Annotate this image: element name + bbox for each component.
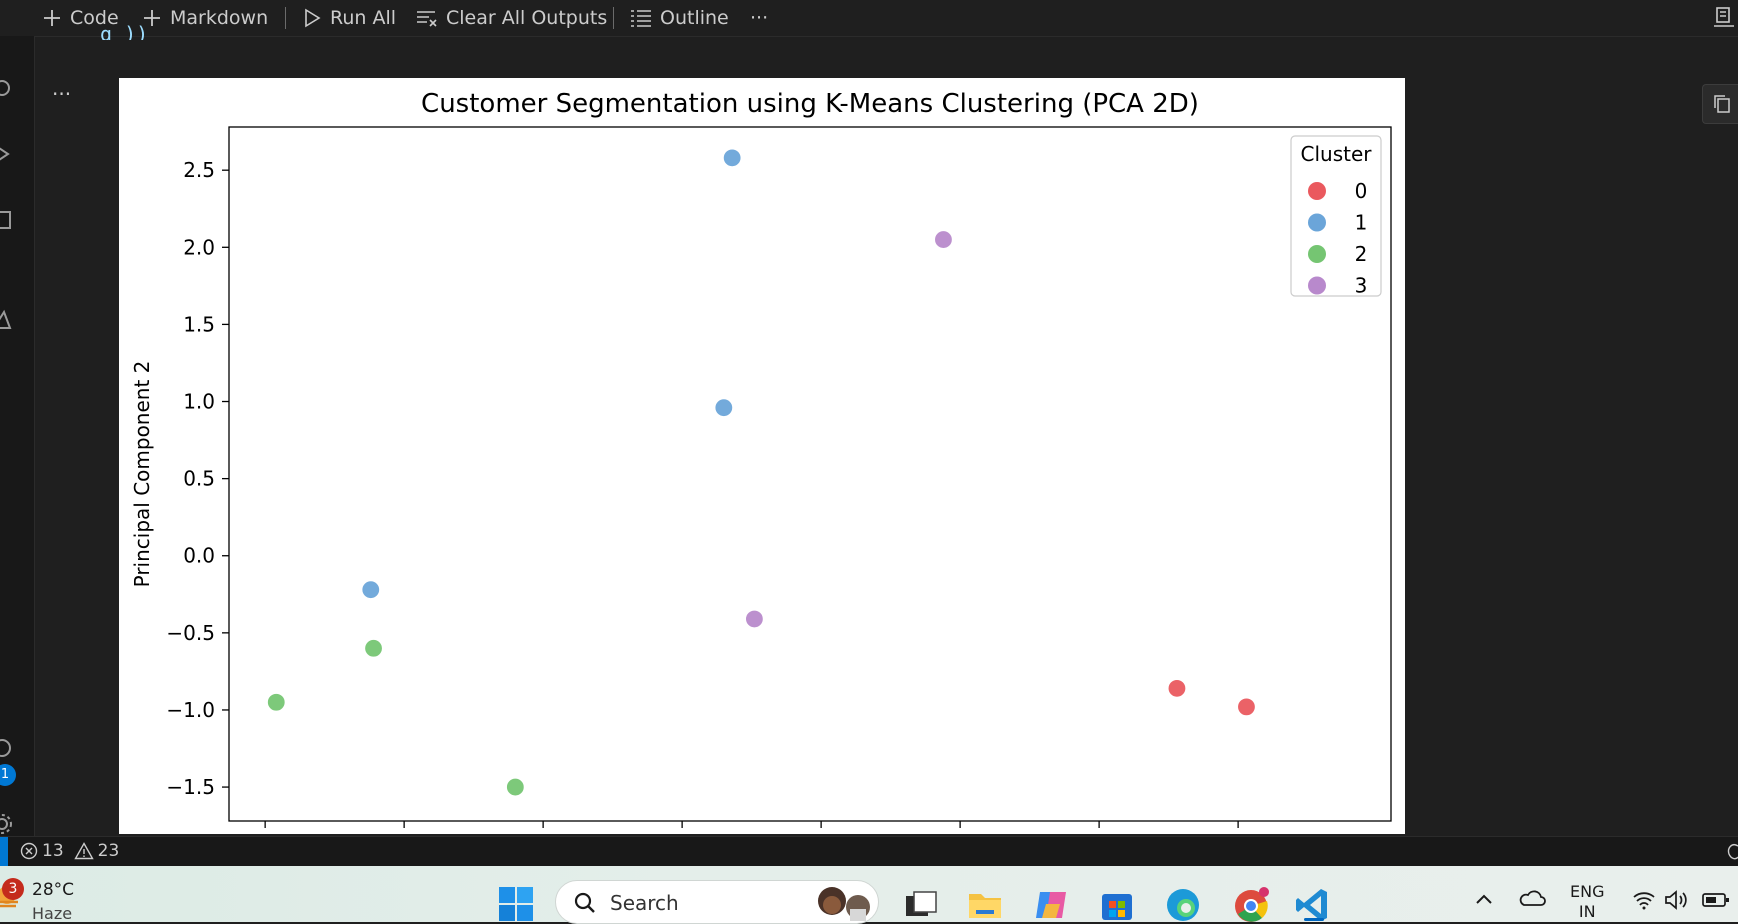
- scatter-chart: Customer Segmentation using K-Means Clus…: [130, 89, 1392, 828]
- copy-icon: [1714, 95, 1730, 113]
- clear-all-outputs-label: Clear All Outputs: [446, 7, 608, 29]
- account-badge: 1: [0, 764, 16, 786]
- search-label: Search: [610, 891, 679, 915]
- run-all-button[interactable]: Run All: [302, 4, 396, 32]
- data-point-cluster-3: [933, 229, 954, 250]
- plot-area: [228, 126, 1392, 822]
- warning-icon: [73, 842, 94, 860]
- legend-label: 3: [1355, 274, 1368, 298]
- data-point-cluster-3: [744, 609, 765, 629]
- legend-marker: [1308, 276, 1326, 295]
- wifi-icon[interactable]: [1632, 890, 1656, 910]
- data-point-cluster-2: [266, 692, 286, 712]
- y-tick-label: 0.0: [183, 544, 215, 568]
- error-icon: [20, 842, 38, 860]
- active-app-indicator: [1304, 918, 1324, 921]
- y-tick-label: −0.5: [166, 621, 215, 645]
- chrome-browser-icon[interactable]: [1232, 886, 1270, 924]
- kernel-icon[interactable]: [1712, 6, 1736, 30]
- microsoft-store-icon[interactable]: [1098, 886, 1136, 924]
- run-all-label: Run All: [330, 7, 397, 29]
- run-debug-icon[interactable]: [0, 142, 14, 166]
- chart-figure: Customer Segmentation using K-Means Clus…: [119, 78, 1405, 834]
- chart-title: Customer Segmentation using K-Means Clus…: [421, 89, 1199, 119]
- volume-icon[interactable]: [1664, 890, 1690, 910]
- warning-count: 23: [97, 841, 120, 861]
- y-tick-label: 2.0: [183, 235, 215, 259]
- legend-marker: [1308, 182, 1326, 200]
- cell-code-fragment: g )): [100, 22, 149, 40]
- extensions-icon[interactable]: [0, 208, 14, 232]
- legend-title: Cluster: [1301, 142, 1373, 166]
- y-tick-label: 1.5: [183, 312, 215, 336]
- data-point-cluster-1: [722, 148, 742, 168]
- gear-icon[interactable]: [0, 812, 14, 836]
- outline-button[interactable]: Outline: [630, 4, 729, 32]
- clear-outputs-icon: [417, 11, 437, 27]
- onedrive-cloud-icon[interactable]: [1518, 888, 1546, 908]
- windows-taskbar: 3 28°C Haze Search ENG IN: [0, 866, 1738, 924]
- more-actions-label: ···: [750, 7, 769, 29]
- y-tick-label: −1.5: [166, 775, 215, 799]
- list-icon: [631, 10, 651, 27]
- account-icon[interactable]: [0, 736, 14, 760]
- data-point-cluster-0: [1236, 697, 1257, 717]
- y-tick-label: 1.0: [183, 390, 215, 414]
- legend-marker: [1308, 245, 1326, 263]
- chevron-up-icon[interactable]: [1474, 892, 1494, 906]
- notifications-icon[interactable]: [1726, 843, 1738, 861]
- data-point-cluster-1: [361, 580, 381, 600]
- legend-label: 0: [1355, 179, 1368, 203]
- task-view-icon[interactable]: [902, 886, 940, 924]
- data-point-cluster-0: [1167, 678, 1187, 698]
- x-axis-ticks: [264, 821, 1239, 828]
- edge-browser-icon[interactable]: [1164, 886, 1202, 924]
- error-count: 13: [42, 841, 64, 861]
- clear-all-outputs-button[interactable]: Clear All Outputs: [416, 4, 607, 32]
- data-point-cluster-1: [714, 398, 734, 418]
- search-highlight-icon: [818, 887, 870, 921]
- weather-condition: Haze: [32, 904, 73, 923]
- copilot-icon[interactable]: [1032, 886, 1070, 924]
- problems-status[interactable]: 13 23: [20, 841, 119, 861]
- language-code: ENG: [1570, 882, 1605, 901]
- language-indicator[interactable]: ENG IN: [1570, 882, 1604, 922]
- plus-icon: [44, 10, 60, 26]
- remote-indicator[interactable]: [0, 837, 8, 867]
- file-explorer-icon[interactable]: [966, 886, 1004, 924]
- windows-start-icon[interactable]: [498, 886, 534, 922]
- cell-output-more-button[interactable]: ...: [52, 76, 71, 100]
- search-icon: [574, 892, 595, 913]
- legend: Cluster 0 1 2 3: [1290, 135, 1382, 298]
- weather-notification-badge: 3: [2, 878, 24, 900]
- legend-marker: [1308, 213, 1326, 232]
- outline-label: Outline: [660, 7, 729, 29]
- toolbar-divider: [613, 7, 614, 29]
- legend-label: 1: [1355, 211, 1368, 235]
- run-icon: [305, 8, 321, 28]
- weather-temperature: 28°C: [32, 880, 75, 900]
- copy-output-button[interactable]: [1702, 84, 1738, 124]
- status-bar: 13 23: [0, 836, 1738, 867]
- testing-icon[interactable]: [0, 308, 14, 332]
- data-point-cluster-2: [363, 638, 384, 658]
- data-point-cluster-2: [505, 777, 525, 797]
- source-control-icon[interactable]: [0, 76, 14, 100]
- y-tick-label: −1.0: [166, 698, 215, 722]
- y-axis-label: Principal Component 2: [130, 361, 154, 588]
- y-tick-label: 0.5: [183, 467, 215, 491]
- taskbar-search-box[interactable]: Search: [555, 880, 879, 924]
- y-tick-label: 2.5: [183, 158, 215, 182]
- language-region: IN: [1578, 902, 1596, 921]
- legend-label: 2: [1355, 242, 1368, 266]
- y-axis-ticks: 2.5 2.0 1.5 1.0 0.5 0.0 −0.5 −1.0 −1.5: [166, 158, 229, 799]
- battery-icon[interactable]: [1702, 892, 1730, 908]
- more-actions-button[interactable]: ···: [750, 4, 768, 32]
- activity-bar: 1: [0, 36, 35, 836]
